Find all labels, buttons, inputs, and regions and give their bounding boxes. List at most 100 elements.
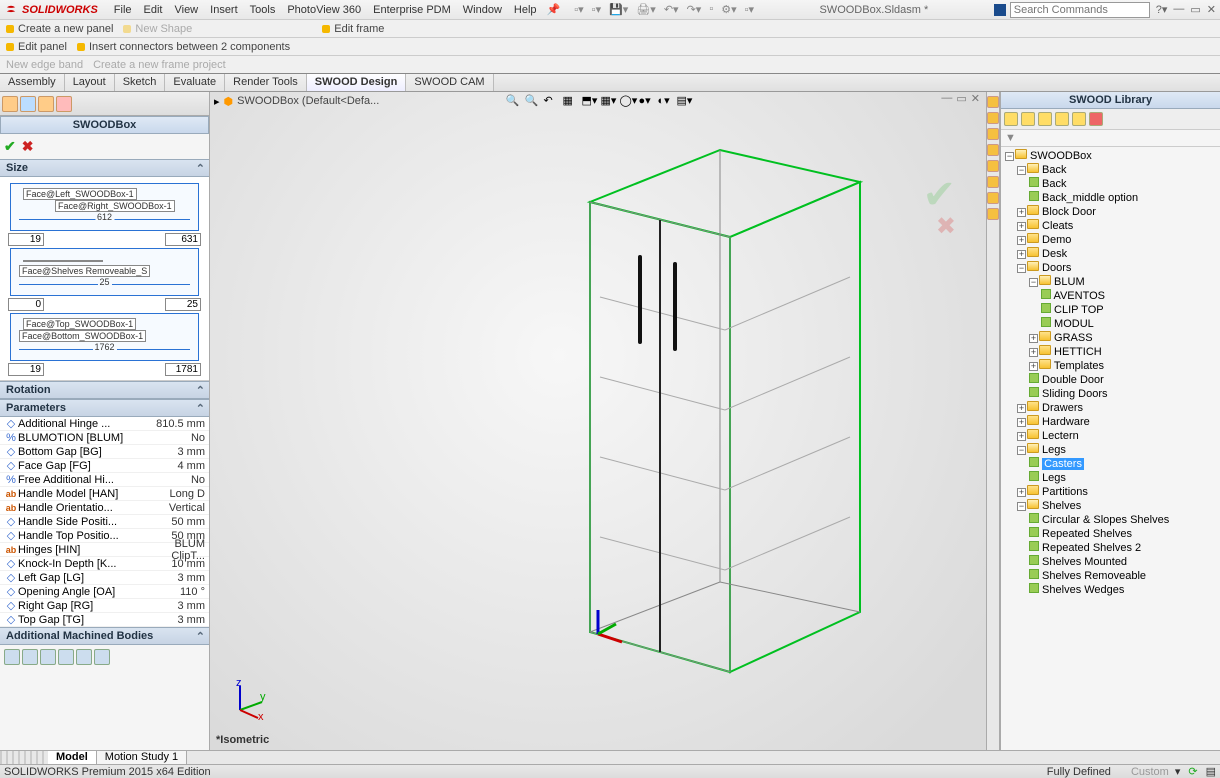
size3-lo-input[interactable]: [8, 363, 44, 376]
parameter-row[interactable]: ◇Face Gap [FG]4 mm: [0, 459, 209, 473]
expand-icon[interactable]: +: [1017, 432, 1026, 441]
expand-icon[interactable]: −: [1017, 446, 1026, 455]
taskpane-icon-7[interactable]: [987, 192, 999, 204]
machined-icon-2[interactable]: [22, 649, 38, 665]
section-rotation-header[interactable]: Rotation⌃: [0, 381, 209, 399]
new-frame-project-button[interactable]: Create a new frame project: [93, 59, 226, 71]
face-right-field[interactable]: Face@Right_SWOODBox-1: [55, 200, 175, 212]
cabinet-model[interactable]: [470, 142, 970, 702]
edit-panel-button[interactable]: Edit panel: [6, 41, 67, 53]
cancel-button[interactable]: ✖: [22, 138, 34, 155]
taskpane-icon-5[interactable]: [987, 160, 999, 172]
close-icon[interactable]: ✕: [1207, 3, 1216, 16]
face-top-field[interactable]: Face@Top_SWOODBox-1: [23, 318, 136, 330]
status-chevron-icon[interactable]: ▾: [1175, 765, 1181, 778]
tree-item[interactable]: − BLUM: [1005, 275, 1216, 289]
size1-hi-input[interactable]: [165, 233, 201, 246]
menu-edit[interactable]: Edit: [138, 2, 169, 18]
configmgr-icon[interactable]: [38, 96, 54, 112]
status-units[interactable]: Custom: [1131, 766, 1169, 778]
tree-item[interactable]: Shelves Mounted: [1005, 555, 1216, 569]
tree-item[interactable]: + HETTICH: [1005, 345, 1216, 359]
taskpane-icon-1[interactable]: [987, 96, 999, 108]
parameter-row[interactable]: ◇Additional Hinge ...810.5 mm: [0, 417, 209, 431]
parameter-row[interactable]: ◇Top Gap [TG]3 mm: [0, 613, 209, 627]
tab-layout[interactable]: Layout: [65, 74, 115, 91]
expand-icon[interactable]: −: [1017, 502, 1026, 511]
lib-icon-3[interactable]: [1038, 112, 1052, 126]
tab-swood-cam[interactable]: SWOOD CAM: [406, 74, 493, 91]
expand-icon[interactable]: −: [1005, 152, 1014, 161]
tree-item[interactable]: MODUL: [1005, 317, 1216, 331]
expand-icon[interactable]: +: [1017, 250, 1026, 259]
hide-show-icon[interactable]: ◯▾: [620, 94, 634, 108]
parameter-row[interactable]: abHandle Model [HAN]Long D: [0, 487, 209, 501]
tree-item[interactable]: − Doors: [1005, 261, 1216, 275]
status-rebuild-icon[interactable]: ⟳: [1188, 765, 1197, 778]
parameter-row[interactable]: ◇Handle Side Positi...50 mm: [0, 515, 209, 529]
tree-item[interactable]: Double Door: [1005, 373, 1216, 387]
machined-icon-1[interactable]: [4, 649, 20, 665]
taskpane-icon-4[interactable]: [987, 144, 999, 156]
parameter-row[interactable]: abHandle Orientatio...Vertical: [0, 501, 209, 515]
display-style-icon[interactable]: ▦▾: [601, 94, 615, 108]
menu-window[interactable]: Window: [457, 2, 508, 18]
propertymgr-icon[interactable]: [20, 96, 36, 112]
tree-item[interactable]: + Demo: [1005, 233, 1216, 247]
qat-options-icon[interactable]: ▫▾: [745, 3, 754, 16]
face-left-field[interactable]: Face@Left_SWOODBox-1: [23, 188, 137, 200]
tab-swood-design[interactable]: SWOOD Design: [307, 74, 407, 91]
tree-item[interactable]: Shelves Wedges: [1005, 583, 1216, 597]
expand-icon[interactable]: +: [1029, 362, 1038, 371]
status-options-icon[interactable]: ▤: [1206, 765, 1216, 778]
help-icon[interactable]: ?▾: [1156, 3, 1168, 16]
tab-render-tools[interactable]: Render Tools: [225, 74, 307, 91]
section-view-icon[interactable]: ▦: [563, 94, 577, 108]
menu-pin-icon[interactable]: 📌: [547, 3, 561, 16]
lib-icon-5[interactable]: [1072, 112, 1086, 126]
tree-item[interactable]: Repeated Shelves: [1005, 527, 1216, 541]
tree-item[interactable]: + Lectern: [1005, 429, 1216, 443]
lib-icon-2[interactable]: [1021, 112, 1035, 126]
menu-view[interactable]: View: [168, 2, 204, 18]
appearance-icon[interactable]: ●▾: [639, 94, 653, 108]
expand-icon[interactable]: +: [1017, 488, 1026, 497]
machined-icon-4[interactable]: [58, 649, 74, 665]
library-tree[interactable]: − SWOODBox− Back Back Back_middle option…: [1001, 147, 1220, 599]
tree-item[interactable]: Shelves Removeable: [1005, 569, 1216, 583]
tree-item[interactable]: Legs: [1005, 471, 1216, 485]
menu-photoview[interactable]: PhotoView 360: [281, 2, 367, 18]
parameter-row[interactable]: ◇Right Gap [RG]3 mm: [0, 599, 209, 613]
taskpane-icon-6[interactable]: [987, 176, 999, 188]
tree-item[interactable]: + Partitions: [1005, 485, 1216, 499]
size2-hi-input[interactable]: [165, 298, 201, 311]
face-empty-field[interactable]: [23, 260, 103, 262]
expand-icon[interactable]: +: [1017, 404, 1026, 413]
create-panel-button[interactable]: Create a new panel: [6, 23, 113, 35]
tree-item[interactable]: − Legs: [1005, 443, 1216, 457]
tree-item[interactable]: + Hardware: [1005, 415, 1216, 429]
viewport-min-icon[interactable]: —: [941, 92, 952, 105]
new-edge-band-button[interactable]: New edge band: [6, 59, 83, 71]
size2-lo-input[interactable]: [8, 298, 44, 311]
expand-icon[interactable]: −: [1029, 278, 1038, 287]
taskpane-icon-2[interactable]: [987, 112, 999, 124]
section-machined-header[interactable]: Additional Machined Bodies⌃: [0, 627, 209, 645]
parameter-row[interactable]: abHinges [HIN]BLUM ClipT...: [0, 543, 209, 557]
zoom-area-icon[interactable]: 🔍: [525, 94, 539, 108]
expand-icon[interactable]: −: [1017, 166, 1026, 175]
lib-icon-1[interactable]: [1004, 112, 1018, 126]
tree-item[interactable]: Circular & Slopes Shelves: [1005, 513, 1216, 527]
graphics-viewport[interactable]: ▸ ⬢ SWOODBox (Default<Defa... 🔍 🔍 ↶ ▦ ⬒▾…: [210, 92, 986, 750]
qat-rebuild-icon[interactable]: ⚙▾: [721, 3, 736, 16]
expand-icon[interactable]: +: [1017, 418, 1026, 427]
lib-icon-6[interactable]: [1089, 112, 1103, 126]
parameter-row[interactable]: %BLUMOTION [BLUM]No: [0, 431, 209, 445]
zoom-fit-icon[interactable]: 🔍: [506, 94, 520, 108]
tab-evaluate[interactable]: Evaluate: [165, 74, 225, 91]
face-bottom-field[interactable]: Face@Bottom_SWOODBox-1: [19, 330, 146, 342]
viewport-restore-icon[interactable]: ▭: [956, 92, 966, 105]
search-commands-input[interactable]: [1010, 2, 1150, 18]
machined-icon-5[interactable]: [76, 649, 92, 665]
viewport-close-icon[interactable]: ✕: [971, 92, 980, 105]
